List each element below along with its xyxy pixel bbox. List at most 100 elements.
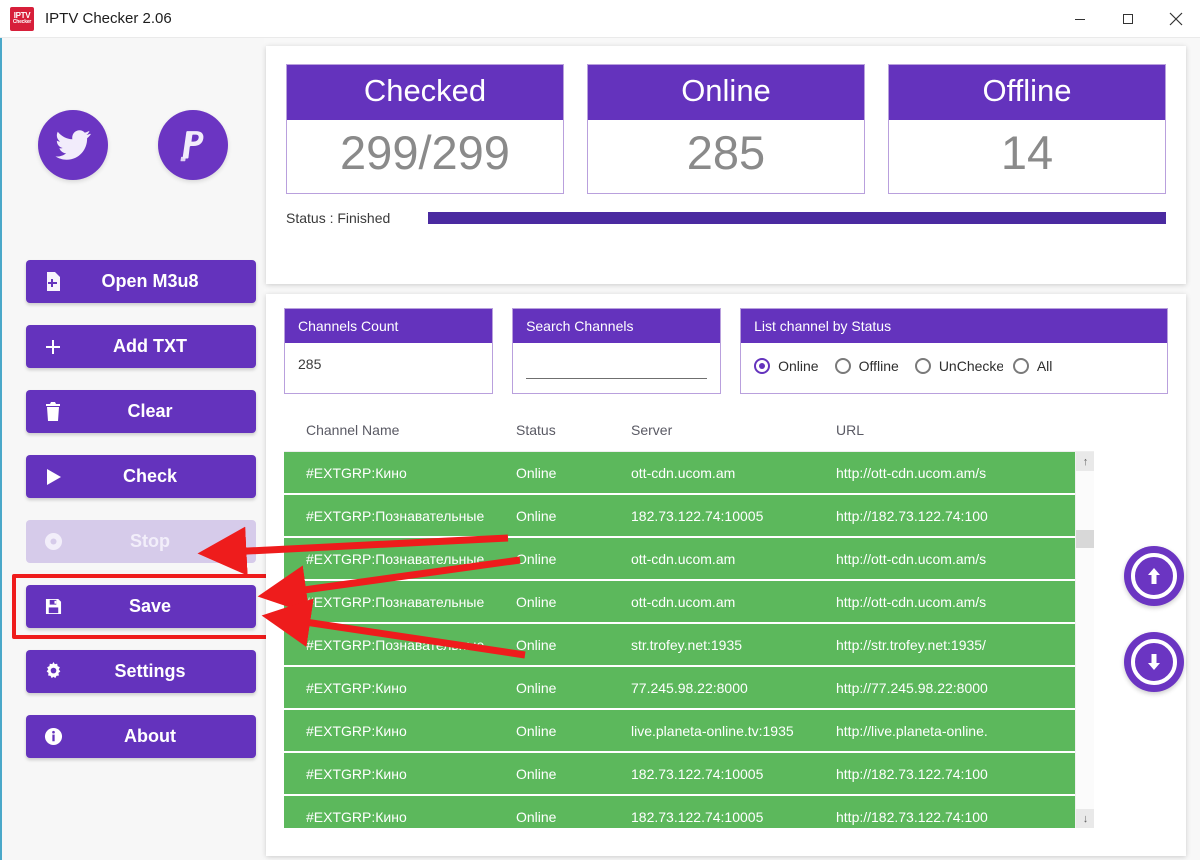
table-row[interactable]: #EXTGRP:Кино Online ott-cdn.ucom.am http://… xyxy=(284,452,1094,495)
status-radio-group: Online Offline UnChecked xyxy=(754,356,1154,374)
settings-button[interactable]: Settings xyxy=(26,650,256,693)
cell-channel-name: #EXTGRP:Кино xyxy=(306,679,407,696)
plus-icon xyxy=(26,338,80,356)
cell-url: http://ott-cdn.ucom.am/s xyxy=(836,464,987,481)
cell-server: ott-cdn.ucom.am xyxy=(631,464,736,481)
cell-server: 182.73.122.74:10005 xyxy=(631,765,764,782)
cell-status: Online xyxy=(516,593,557,610)
radio-all-label: All xyxy=(1036,358,1053,374)
title-bar: IPTV Checker IPTV Checker 2.06 xyxy=(0,0,1200,38)
cell-url: http://ott-cdn.ucom.am/s xyxy=(836,550,987,567)
stat-online: Online 285 xyxy=(587,64,865,194)
cell-channel-name: #EXTGRP:Кино xyxy=(306,808,407,825)
file-plus-icon xyxy=(26,272,80,291)
table-row[interactable]: #EXTGRP:Познавательные Online ott-cdn.ucom… xyxy=(284,538,1094,581)
cell-url: http://ott-cdn.ucom.am/s xyxy=(836,593,987,610)
arrow-down-icon xyxy=(1131,639,1177,685)
table-row[interactable]: #EXTGRP:Кино Online live.planeta-online.tv… xyxy=(284,710,1094,753)
close-button[interactable] xyxy=(1152,0,1200,38)
scrollbar-thumb[interactable] xyxy=(1076,530,1094,548)
table-row[interactable]: #EXTGRP:Кино Online 182.73.122.74:10005 htt… xyxy=(284,796,1094,828)
cell-status: Online xyxy=(516,679,557,696)
paypal-icon[interactable] xyxy=(158,110,228,180)
cell-channel-name: #EXTGRP:Познавательные xyxy=(306,507,485,524)
open-m3u8-label: Open M3u8 xyxy=(101,271,199,291)
radio-online[interactable]: Online xyxy=(754,358,819,374)
status-filter-body: Online Offline UnChecked xyxy=(741,343,1167,393)
clear-button[interactable]: Clear xyxy=(26,390,256,433)
cell-channel-name: #EXTGRP:Кино xyxy=(306,722,407,739)
column-channel-name[interactable]: Channel Name xyxy=(284,422,516,438)
column-url[interactable]: URL xyxy=(836,422,1086,438)
stat-checked-title: Checked xyxy=(287,65,563,120)
radio-unchecked-label: UnChecked xyxy=(938,358,1003,374)
search-input[interactable] xyxy=(526,356,708,379)
window-controls xyxy=(1056,0,1200,38)
stop-label: Stop xyxy=(130,531,170,551)
radio-offline[interactable]: Offline xyxy=(834,358,899,374)
channels-count-body: 285 xyxy=(285,343,492,393)
about-label: About xyxy=(124,726,176,746)
scroll-down-icon[interactable]: ↓ xyxy=(1076,809,1094,828)
cell-url: http://str.trofey.net:1935/ xyxy=(836,636,986,653)
row-move-controls xyxy=(1124,546,1184,692)
save-button[interactable]: Save xyxy=(26,585,256,628)
channels-count-box: Channels Count 285 xyxy=(284,308,494,394)
stat-offline: Offline 14 xyxy=(888,64,1166,194)
move-down-button[interactable] xyxy=(1124,632,1184,692)
check-button[interactable]: Check xyxy=(26,455,256,498)
cell-url: http://live.planeta-online. xyxy=(836,722,988,739)
radio-offline-dot xyxy=(834,358,851,374)
stat-online-value: 285 xyxy=(686,125,766,179)
app-logo-line2: Checker xyxy=(12,19,32,25)
twitter-icon[interactable] xyxy=(38,110,108,180)
scroll-up-icon[interactable]: ↑ xyxy=(1076,452,1094,471)
cell-status: Online xyxy=(516,636,557,653)
channels-count-title: Channels Count xyxy=(285,309,493,343)
stat-checked-value: 299/299 xyxy=(340,125,510,179)
progress-bar xyxy=(428,211,1166,224)
radio-online-dot xyxy=(754,358,771,374)
channels-count-value: 285 xyxy=(298,356,322,372)
minimize-button[interactable] xyxy=(1056,0,1104,38)
stats-card: Checked 299/299 Online 285 Offline 14 St… xyxy=(266,46,1186,284)
play-icon xyxy=(26,468,80,485)
cell-status: Online xyxy=(516,464,557,481)
cell-server: str.trofey.net:1935 xyxy=(631,636,743,653)
status-row: Status : Finished xyxy=(286,210,1166,226)
cell-url: http://77.245.98.22:8000 xyxy=(836,679,988,696)
settings-label: Settings xyxy=(114,661,186,681)
move-up-button[interactable] xyxy=(1124,546,1184,606)
save-button-wrapper: Save xyxy=(12,574,270,639)
cell-channel-name: #EXTGRP:Познавательные xyxy=(306,550,485,567)
table-row[interactable]: #EXTGRP:Познавательные Online ott-cdn.ucom… xyxy=(284,581,1094,624)
table-row[interactable]: #EXTGRP:Познавательные Online 182.73.122.7… xyxy=(284,495,1094,538)
stop-button: Stop xyxy=(26,520,256,563)
search-channels-body xyxy=(513,343,720,393)
cell-url: http://182.73.122.74:100 xyxy=(836,507,988,524)
filter-row: Channels Count 285 Search Channels List … xyxy=(284,308,1168,394)
radio-all[interactable]: All xyxy=(1012,358,1053,374)
cell-status: Online xyxy=(516,765,557,782)
column-server[interactable]: Server xyxy=(631,422,836,438)
radio-unchecked[interactable]: UnChecked xyxy=(914,358,1003,374)
table-scrollbar[interactable]: ↑ ↓ xyxy=(1075,452,1094,828)
table-row[interactable]: #EXTGRP:Кино Online 77.245.98.22:8000 http:… xyxy=(284,667,1094,710)
cell-server: live.planeta-online.tv:1935 xyxy=(631,722,794,739)
about-button[interactable]: About xyxy=(26,715,256,758)
radio-online-label: Online xyxy=(778,358,819,374)
cell-status: Online xyxy=(516,722,557,739)
column-status[interactable]: Status xyxy=(516,422,631,438)
stop-circle-icon xyxy=(26,532,80,551)
maximize-button[interactable] xyxy=(1104,0,1152,38)
table-row[interactable]: #EXTGRP:Познавательные Online str.trofey.n… xyxy=(284,624,1094,667)
add-txt-button[interactable]: Add TXT xyxy=(26,325,256,368)
cell-server: ott-cdn.ucom.am xyxy=(631,550,736,567)
cell-status: Online xyxy=(516,550,557,567)
open-m3u8-button[interactable]: Open M3u8 xyxy=(26,260,256,303)
save-disk-icon xyxy=(26,598,80,615)
table-row[interactable]: #EXTGRP:Кино Online 182.73.122.74:10005 htt… xyxy=(284,753,1094,796)
cell-status: Online xyxy=(516,507,557,524)
radio-all-dot xyxy=(1012,358,1029,374)
cell-channel-name: #EXTGRP:Кино xyxy=(306,765,407,782)
